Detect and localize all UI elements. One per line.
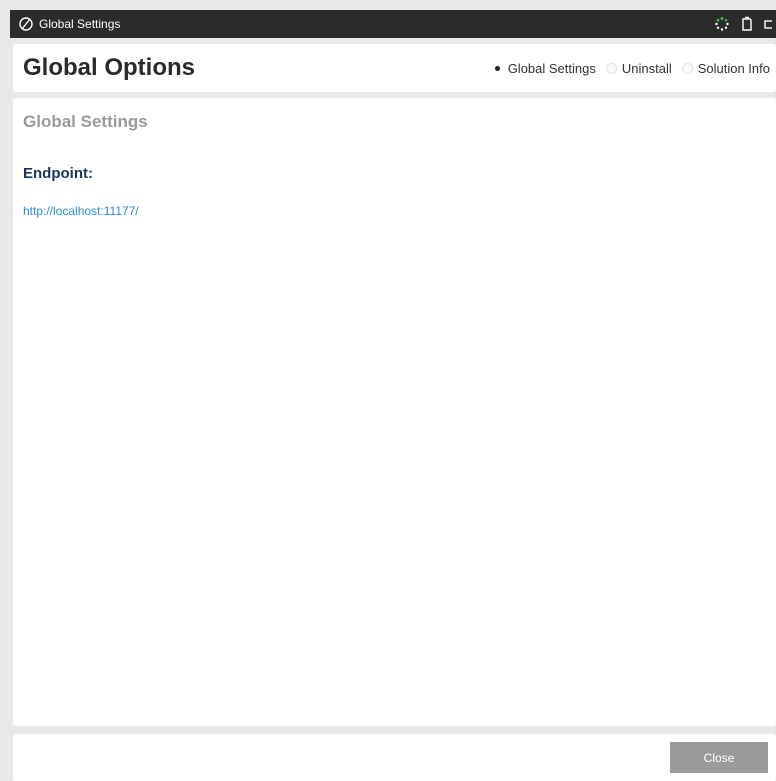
radio-label: Uninstall — [621, 60, 672, 76]
slashed-circle-icon — [18, 16, 34, 32]
footer-bar: Close — [13, 734, 776, 781]
window-icon[interactable] — [764, 16, 772, 32]
radio-selected-icon[interactable] — [492, 63, 503, 74]
close-button[interactable]: Close — [670, 742, 768, 773]
radio-uninstall[interactable]: Uninstall — [605, 60, 672, 76]
settings-panel: Global Settings Endpoint: http://localho… — [13, 98, 776, 726]
endpoint-label: Endpoint: — [23, 165, 93, 182]
radio-label: Global Settings — [507, 60, 596, 76]
radio-unselected-icon[interactable] — [681, 62, 693, 74]
page-title: Global Options — [23, 54, 195, 81]
radio-label: Solution Info — [697, 60, 770, 76]
document-icon[interactable] — [740, 16, 754, 32]
window-title: Global Settings — [39, 17, 121, 31]
settings-nav-radio-group: Global Settings Uninstall Solution Info — [482, 61, 776, 76]
title-bar: Global Settings — [10, 10, 776, 38]
radio-global-settings[interactable]: Global Settings — [492, 61, 596, 76]
section-title: Global Settings — [23, 112, 148, 131]
endpoint-link[interactable]: http://localhost:11177/ — [23, 204, 139, 218]
radio-solution-info[interactable]: Solution Info — [681, 60, 770, 76]
header-card: Global Options Global Settings Uninstall… — [13, 44, 776, 92]
titlebar-icons — [714, 16, 776, 32]
radio-unselected-icon[interactable] — [605, 62, 617, 74]
loading-spinner-icon — [714, 16, 730, 32]
